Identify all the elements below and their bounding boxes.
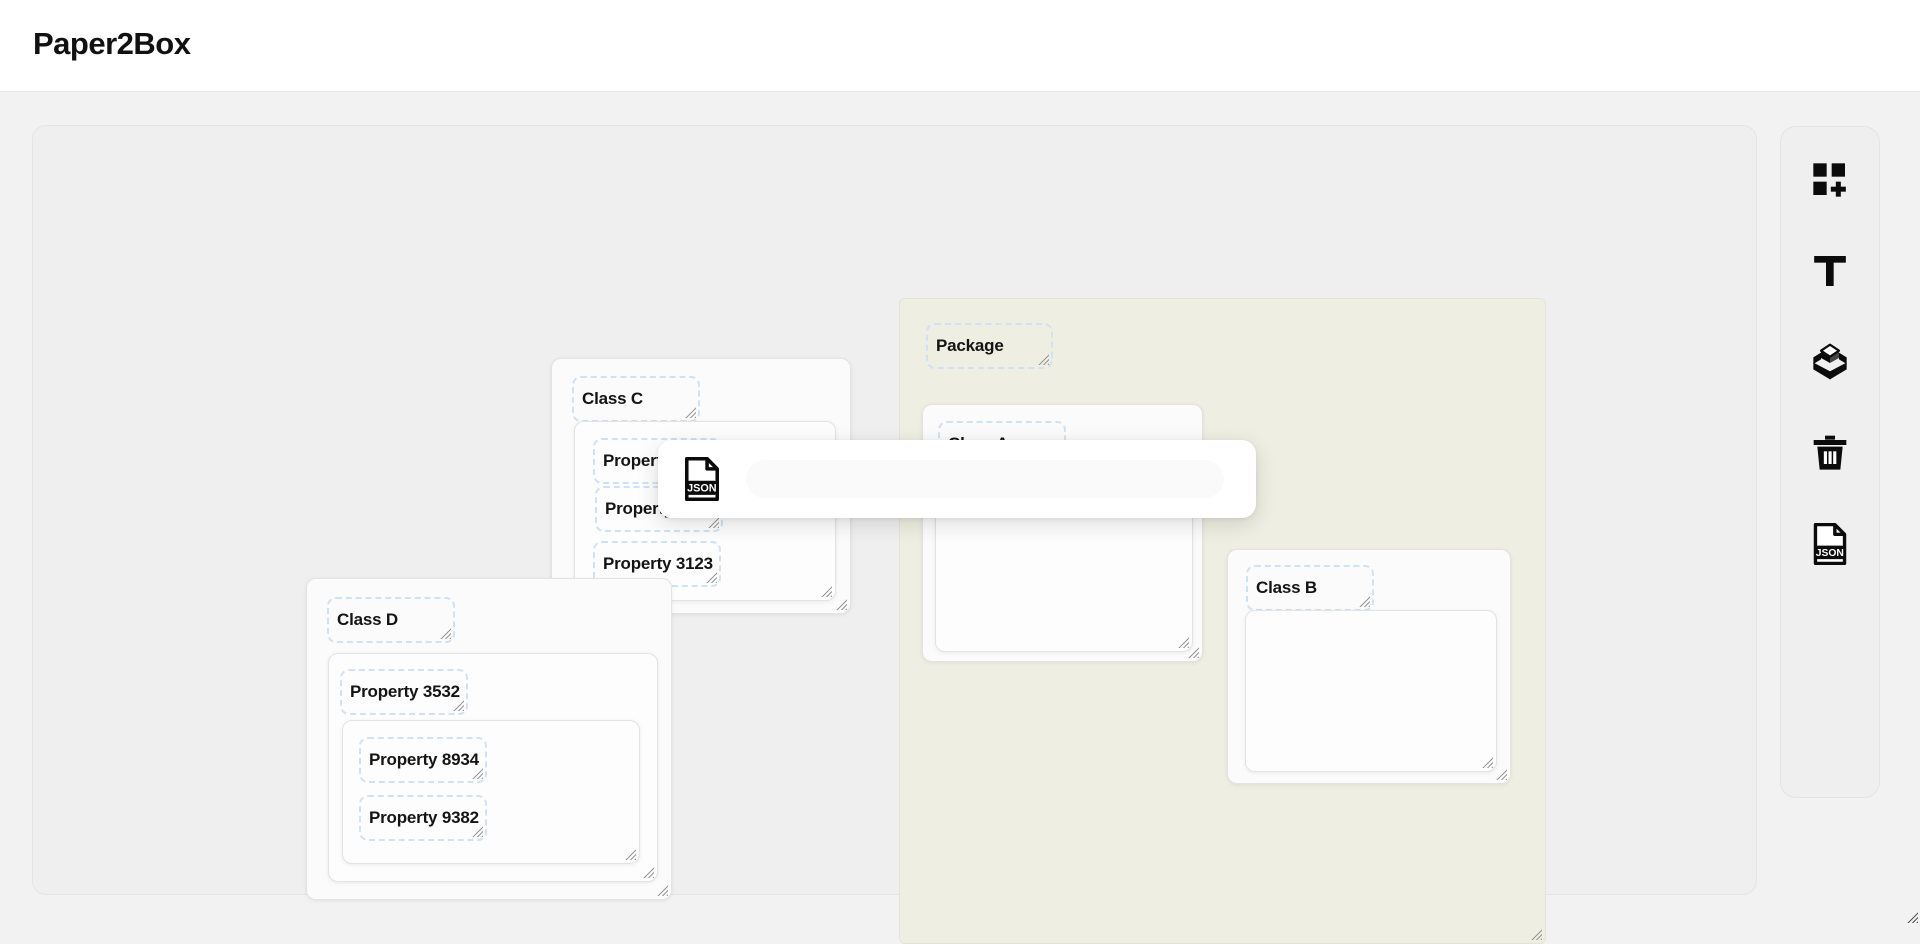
add-grid-icon	[1810, 160, 1850, 200]
trash-icon	[1810, 433, 1850, 473]
property-text-prop-9382: Property 9382	[369, 808, 479, 828]
resize-handle-package[interactable]	[1529, 927, 1542, 940]
group-box-class-b-body[interactable]	[1245, 610, 1497, 772]
delete-tool[interactable]	[1799, 422, 1861, 484]
unbox-tool[interactable]	[1799, 331, 1861, 393]
svg-text:JSON: JSON	[1816, 548, 1844, 559]
resize-handle-label-class-c[interactable]	[683, 405, 696, 418]
resize-handle-class-d-body[interactable]	[641, 865, 654, 878]
export-json-tool[interactable]: JSON	[1799, 513, 1861, 575]
resize-handle-class-d[interactable]	[655, 883, 668, 896]
add-box-tool[interactable]	[1799, 149, 1861, 211]
resize-handle-label-class-d[interactable]	[438, 626, 451, 639]
svg-text:JSON: JSON	[687, 483, 717, 495]
label-text-package: Package	[936, 336, 1004, 356]
property-text-prop-8934: Property 8934	[369, 750, 479, 770]
tool-palette: JSON	[1780, 126, 1880, 798]
resize-handle-class-c[interactable]	[834, 597, 847, 610]
group-box-class-d-body[interactable]: Property 3532 Property 8934 Property 9382	[328, 653, 658, 882]
json-file-icon: JSON	[682, 457, 722, 501]
text-tool[interactable]	[1799, 240, 1861, 302]
json-drop-field[interactable]	[746, 460, 1224, 498]
json-import-panel[interactable]: JSON	[658, 440, 1256, 518]
label-field-class-d[interactable]: Class D	[327, 597, 455, 643]
property-text-prop-3532: Property 3532	[350, 682, 460, 702]
resize-handle-class-d-inner[interactable]	[623, 847, 636, 860]
resize-handle-class-a-body[interactable]	[1176, 635, 1189, 648]
json-file-icon: JSON	[1811, 523, 1849, 565]
unbox-3d-icon	[1810, 342, 1850, 382]
label-field-package[interactable]: Package	[926, 323, 1053, 369]
page-resize-handle[interactable]	[1906, 911, 1918, 923]
resize-handle-class-c-body[interactable]	[819, 584, 832, 597]
property-field-prop-9382[interactable]: Property 9382	[359, 795, 487, 841]
group-box-class-d-inner[interactable]: Property 8934 Property 9382	[342, 720, 640, 864]
resize-handle-label-package[interactable]	[1036, 352, 1049, 365]
class-box-class-d[interactable]: Class DProperty 3532Property 8934Propert…	[306, 578, 672, 900]
property-text-prop-3123: Property 3123	[603, 554, 713, 574]
class-box-class-b[interactable]: Class B	[1227, 549, 1511, 784]
app-header: Paper2Box	[0, 0, 1920, 92]
resize-handle-label-class-b[interactable]	[1357, 594, 1370, 607]
property-field-prop-8934[interactable]: Property 8934	[359, 737, 487, 783]
label-text-class-b: Class B	[1256, 578, 1317, 598]
label-field-class-c[interactable]: Class C	[572, 376, 700, 422]
label-text-class-d: Class D	[337, 610, 398, 630]
resize-handle-class-b-body[interactable]	[1480, 755, 1493, 768]
app-title: Paper2Box	[33, 26, 190, 62]
text-icon	[1810, 251, 1850, 291]
resize-handle-class-b[interactable]	[1494, 767, 1507, 780]
label-text-class-c: Class C	[582, 389, 643, 409]
property-field-prop-3532[interactable]: Property 3532	[340, 669, 468, 715]
label-field-class-b[interactable]: Class B	[1246, 565, 1374, 611]
